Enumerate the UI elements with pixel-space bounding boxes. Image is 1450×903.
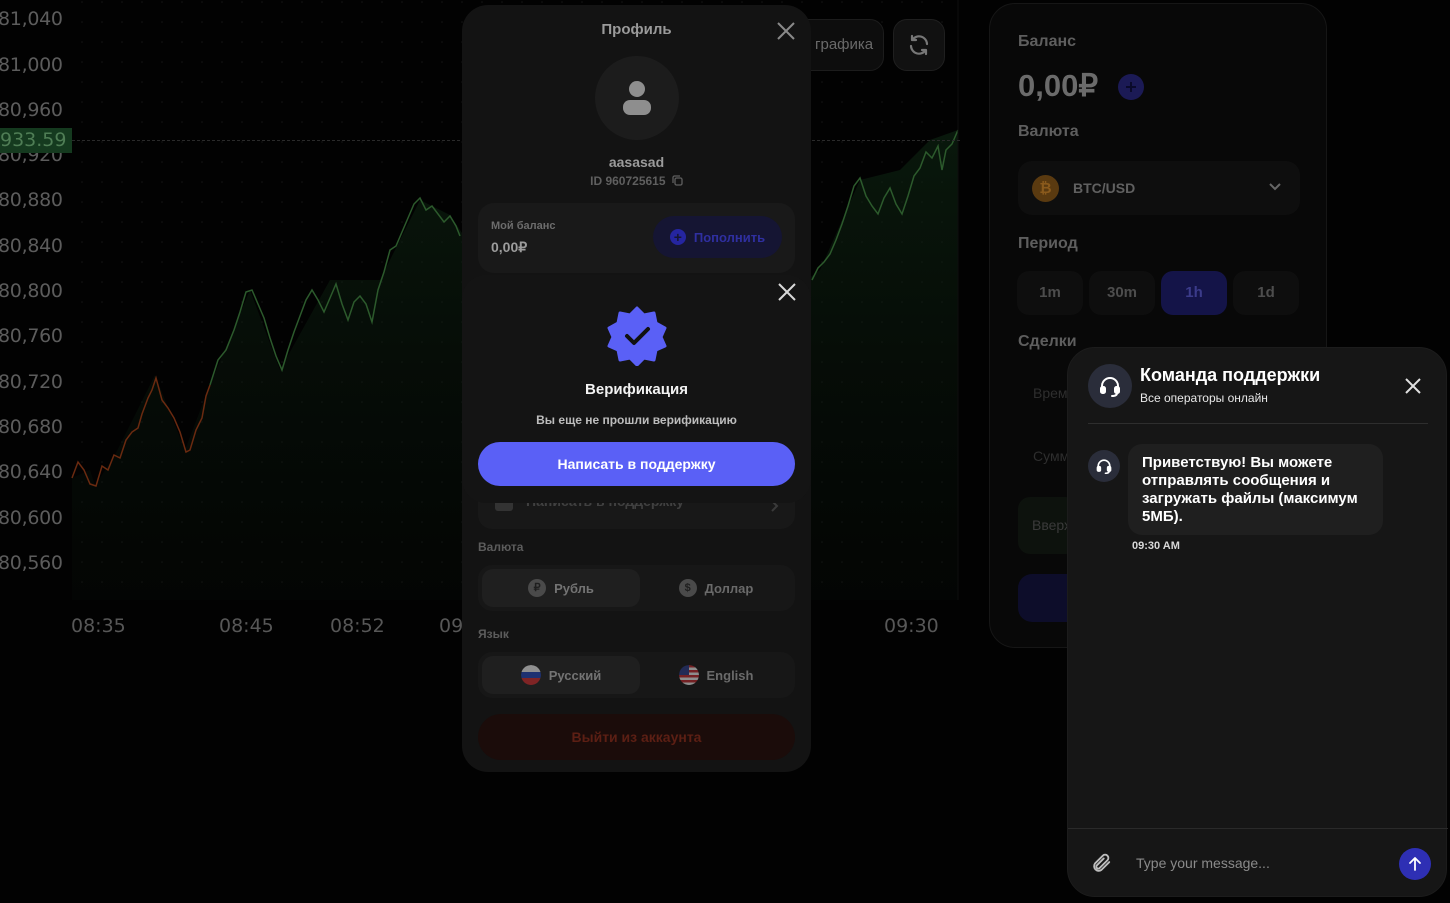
y-axis-label: 81,040 [0,8,63,30]
ruble-icon: ₽ [528,579,547,597]
topup-button[interactable]: + Пополнить [653,216,782,258]
dollar-icon: $ [678,579,697,597]
headset-icon [1096,459,1112,474]
message-timestamp: 09:30 AM [1132,540,1180,552]
currency-option-label: Рубль [554,580,594,596]
support-chat-widget: Команда поддержки Все операторы онлайн П… [1067,347,1448,897]
chat-message-input[interactable] [1136,846,1386,880]
usa-flag-icon [678,665,699,685]
send-button[interactable] [1399,848,1431,880]
currency-option-usd[interactable]: $ Доллар [637,569,795,607]
y-axis-label: 80,880 [0,189,63,211]
y-axis-label: 80,840 [0,235,63,257]
y-axis-label: 80,720 [0,371,63,393]
topup-label: Пополнить [693,229,766,245]
app-screen: 81,040 81,000 80,960 80,920 80,880 80,84… [0,0,1450,903]
russia-flag-icon [520,665,541,685]
close-icon[interactable] [1402,375,1424,397]
x-axis-label: 09:30 [884,615,939,637]
chat-input-divider [1068,828,1448,829]
currency-option-rub[interactable]: ₽ Рубль [482,569,640,607]
x-axis-label: 08:45 [219,615,274,637]
add-funds-button[interactable] [1118,74,1144,100]
y-axis-label: 81,000 [0,54,63,76]
currency-label: Валюта [1018,123,1079,140]
currency-section-label: Валюта [478,540,524,554]
x-axis-label: 09 [439,615,464,637]
period-button-1d[interactable]: 1d [1233,271,1299,315]
currency-select-value: BTC/USD [1073,180,1136,196]
y-axis-label: 80,960 [0,99,63,121]
current-price-tag: 933.59 [0,128,72,153]
y-axis-label: 80,760 [0,325,63,347]
chat-status: Все операторы онлайн [1140,391,1268,405]
deals-label: Сделки [1018,333,1077,350]
logout-button[interactable]: Выйти из аккаунта [478,714,795,760]
balance-value: 0,00₽ [1018,68,1099,103]
language-segmented-control: Русский English [478,652,795,698]
support-avatar [1088,364,1132,408]
language-option-label: English [706,667,754,683]
user-id-text: ID 960725615 [590,174,666,188]
plus-icon [1126,82,1136,92]
user-icon [623,81,651,115]
language-option-ru[interactable]: Русский [482,656,640,694]
x-axis-label: 08:35 [71,615,126,637]
language-option-label: Русский [548,667,602,683]
verification-subtitle: Вы еще не прошли верификацию [536,413,737,427]
y-axis-label: 80,800 [0,280,63,302]
verified-badge-icon [607,306,667,366]
y-axis-label: 80,560 [0,552,63,574]
profile-title: Профиль [601,21,672,38]
y-axis-label: 80,640 [0,461,63,483]
my-balance-value: 0,00₽ [491,239,528,255]
chat-header-divider [1088,423,1428,424]
my-balance-label: Мой баланс [491,220,556,232]
username: aasasad [608,154,665,170]
avatar[interactable] [595,56,679,140]
currency-select[interactable]: ₿ BTC/USD [1018,161,1300,215]
user-id[interactable]: ID 960725615 [462,174,811,188]
balance-label: Баланс [1018,33,1077,50]
plus-circle-icon: + [669,229,686,245]
chat-message-bubble: Приветствую! Вы можете отправлять сообще… [1128,444,1383,535]
refresh-button[interactable] [893,19,945,71]
message-avatar [1088,450,1120,482]
chat-title: Команда поддержки [1140,365,1321,385]
bitcoin-icon: ₿ [1032,175,1059,202]
contact-support-button[interactable]: Написать в поддержку [478,442,795,486]
language-option-en[interactable]: English [637,656,795,694]
close-icon[interactable] [775,20,797,42]
arrow-up-icon [1409,857,1421,871]
sum-label: Сумм [1033,448,1070,464]
currency-segmented-control: ₽ Рубль $ Доллар [478,565,795,611]
refresh-icon [909,34,929,56]
period-label: Период [1018,235,1078,252]
period-button-1h[interactable]: 1h [1161,271,1227,315]
currency-option-label: Доллар [704,580,754,596]
y-axis-label: 80,600 [0,507,63,529]
balance-card: Мой баланс 0,00₽ + Пополнить [478,203,795,273]
copy-icon[interactable] [672,175,683,186]
time-label: Врем [1033,385,1068,401]
verification-modal: Верификация Вы еще не прошли верификацию… [462,275,811,503]
period-button-30m[interactable]: 30m [1089,271,1155,315]
chevron-down-icon [1269,183,1281,191]
verification-title: Верификация [585,381,688,398]
close-icon[interactable] [776,281,798,303]
paperclip-icon[interactable] [1090,852,1112,874]
headset-icon [1100,377,1120,397]
period-button-1m[interactable]: 1m [1017,271,1083,315]
x-axis-label: 08:52 [330,615,385,637]
language-section-label: Язык [478,627,509,641]
y-axis-label: 80,680 [0,416,63,438]
